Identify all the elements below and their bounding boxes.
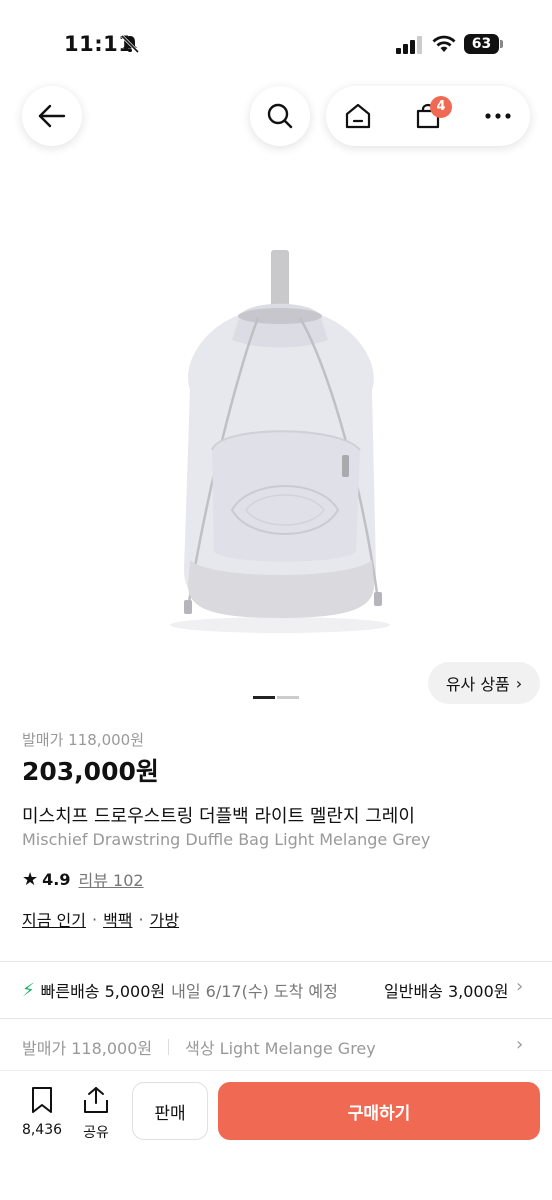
lightning-icon: ⚡: [22, 979, 35, 1001]
save-button[interactable]: 8,436: [18, 1086, 66, 1142]
fast-shipping-label: 빠른배송 5,000원: [40, 982, 166, 1001]
share-label: 공유: [83, 1125, 109, 1141]
release-price: 발매가 118,000원: [22, 731, 144, 749]
status-bar: 11:11 63: [0, 0, 552, 90]
pager-dot-active: [253, 696, 275, 699]
chevron-right-icon[interactable]: ›: [516, 1034, 523, 1055]
chevron-right-icon[interactable]: ›: [516, 976, 523, 997]
save-count: 8,436: [21, 1122, 63, 1138]
battery-tip: [500, 40, 503, 48]
signal-icon: [396, 36, 422, 54]
product-title-english: Mischief Drawstring Duffle Bag Light Mel…: [22, 830, 431, 849]
search-icon: [267, 103, 293, 129]
divider: [0, 961, 552, 962]
tag-bag[interactable]: 가방: [150, 907, 179, 931]
home-button[interactable]: [338, 96, 378, 136]
tag-backpack[interactable]: 백팩: [103, 907, 132, 931]
sell-button[interactable]: 판매: [132, 1082, 208, 1140]
search-button[interactable]: [250, 86, 310, 146]
star-icon: ★: [22, 868, 39, 890]
bookmark-icon: [32, 1087, 52, 1113]
review-link[interactable]: 리뷰 102: [78, 867, 143, 891]
more-button[interactable]: [478, 96, 518, 136]
share-button[interactable]: 공유: [76, 1086, 116, 1142]
fast-shipping-option[interactable]: ⚡ 빠른배송 5,000원 내일 6/17(수) 도착 예정: [22, 978, 338, 1002]
product-image[interactable]: [150, 240, 410, 640]
product-title-korean: 미스치프 드로우스트링 더플백 라이트 멜란지 그레이: [22, 806, 415, 827]
divider: [0, 1018, 552, 1019]
home-icon: [345, 103, 371, 129]
option-row[interactable]: 발매가 118,000원 색상 Light Melange Grey: [22, 1035, 376, 1059]
bell-off-icon: [120, 34, 140, 54]
normal-shipping-option[interactable]: 일반배송 3,000원: [384, 978, 514, 1002]
tag-trending[interactable]: 지금 인기: [22, 907, 86, 931]
rating-value: 4.9: [42, 869, 71, 889]
similar-products-label: 유사 상품: [445, 675, 510, 694]
back-button[interactable]: [22, 86, 82, 146]
fast-shipping-eta: 내일 6/17(수) 도착 예정: [171, 982, 338, 1001]
option-release-price: 발매가 118,000원: [22, 1039, 153, 1058]
share-icon: [84, 1087, 108, 1113]
pager-dot: [277, 696, 299, 699]
cart-count-badge: 4: [430, 96, 452, 118]
buy-button[interactable]: 구매하기: [218, 1082, 540, 1140]
rating-row: ★ 4.9 리뷰 102: [22, 867, 144, 891]
category-tags: 지금 인기 · 백팩 · 가방: [22, 907, 179, 931]
chevron-right-icon: ›: [515, 673, 523, 693]
more-dots-icon: [485, 113, 511, 119]
current-price: 203,000원: [22, 757, 159, 786]
option-separator: [168, 1039, 170, 1055]
tag-separator: ·: [138, 909, 144, 929]
wifi-icon: [432, 35, 456, 52]
battery-icon: 63: [464, 34, 504, 54]
image-pager: [253, 696, 299, 699]
header-action-group: 4: [326, 86, 530, 146]
battery-level: 63: [464, 34, 499, 54]
option-color: 색상 Light Melange Grey: [185, 1039, 376, 1058]
arrow-left-icon: [38, 104, 66, 128]
similar-products-button[interactable]: 유사 상품 ›: [428, 662, 540, 704]
tag-separator: ·: [91, 909, 98, 929]
